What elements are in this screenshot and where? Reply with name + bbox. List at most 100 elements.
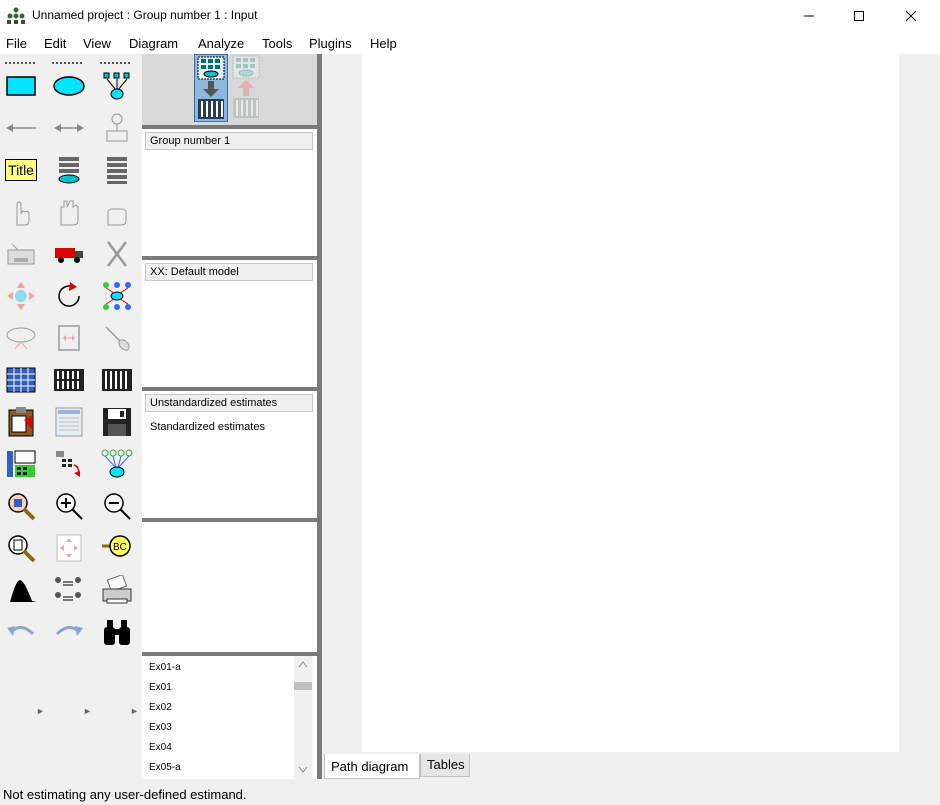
close-button[interactable]	[888, 0, 934, 32]
scroll-icon	[58, 325, 80, 351]
select-one-object-button[interactable]	[3, 194, 39, 230]
scroll-down-icon[interactable]	[298, 766, 308, 774]
distribution-icon	[5, 580, 37, 602]
floppy-disk-icon	[103, 408, 131, 436]
redo-button[interactable]	[51, 614, 87, 650]
loupe-button[interactable]: BC	[99, 530, 135, 566]
computation-summary-panel	[142, 518, 317, 652]
list-item[interactable]: Ex01	[149, 682, 172, 693]
zoom-in-button[interactable]	[51, 488, 87, 524]
scrollbar-thumb[interactable]	[294, 682, 312, 690]
diagram-page[interactable]	[362, 54, 899, 752]
undo-icon	[7, 626, 35, 636]
view-input-path-diagram-button[interactable]	[194, 54, 228, 122]
view-output-path-diagram-button[interactable]	[230, 54, 264, 122]
path-diagram-canvas	[322, 54, 940, 754]
amos-app-icon	[7, 7, 25, 24]
draw-path-button[interactable]	[3, 110, 39, 146]
object-properties-button[interactable]	[3, 446, 39, 482]
menu-edit[interactable]: Edit	[44, 36, 66, 51]
menu-plugins[interactable]: Plugins	[309, 36, 352, 51]
analysis-properties-button[interactable]	[51, 362, 87, 398]
menu-analyze[interactable]: Analyze	[198, 36, 244, 51]
maximize-button[interactable]	[836, 0, 882, 32]
files-list-scrollbar[interactable]	[294, 656, 312, 779]
copy-machine-icon	[7, 243, 35, 265]
data-grid-icon	[6, 367, 36, 393]
multiple-group-analysis-button[interactable]	[51, 572, 87, 608]
select-data-files-button[interactable]	[3, 362, 39, 398]
tab-tables[interactable]: Tables	[420, 754, 470, 777]
title-icon: Title	[5, 159, 37, 181]
view-page-button[interactable]	[3, 530, 39, 566]
menu-diagram[interactable]: Diagram	[129, 36, 178, 51]
bayesian-estimation-button[interactable]	[3, 572, 39, 608]
magnifier-page-icon	[8, 535, 36, 563]
draw-unobserved-variable-button[interactable]	[51, 68, 87, 104]
toolbox-separator	[5, 62, 35, 64]
minimize-button[interactable]	[786, 0, 832, 32]
binoculars-icon	[104, 620, 130, 645]
print-button[interactable]	[99, 572, 135, 608]
select-all-objects-button[interactable]	[51, 194, 87, 230]
view-text-button[interactable]	[51, 404, 87, 440]
copy-to-clipboard-button[interactable]	[3, 404, 39, 440]
symmetry-tree-icon	[101, 449, 133, 478]
move-objects-button[interactable]	[51, 236, 87, 272]
list-item[interactable]: Ex04	[149, 742, 172, 753]
list-item[interactable]: Ex02	[149, 702, 172, 713]
scroll-up-icon[interactable]	[298, 660, 308, 668]
expand-arrow-icon[interactable]: ►	[130, 706, 139, 716]
reposition-diagram-button[interactable]	[51, 320, 87, 356]
deselect-all-objects-button[interactable]	[99, 194, 135, 230]
draw-covariance-button[interactable]	[51, 110, 87, 146]
add-unique-variable-button[interactable]	[99, 110, 135, 146]
list-item[interactable]: Ex01-a	[149, 662, 181, 673]
draw-observed-variable-button[interactable]	[3, 68, 39, 104]
figure-caption-button[interactable]: Title	[3, 152, 39, 188]
toolbox: Title BC ► ► ►	[0, 54, 142, 779]
double-arrow-icon	[54, 124, 84, 132]
menu-tools[interactable]: Tools	[262, 36, 292, 51]
expand-arrow-icon[interactable]: ►	[36, 706, 45, 716]
save-button[interactable]	[99, 404, 135, 440]
menu-view[interactable]: View	[83, 36, 111, 51]
list-variables-in-model-button[interactable]	[51, 152, 87, 188]
group-item-selected[interactable]: Group number 1	[145, 132, 313, 150]
list-item[interactable]: Ex03	[149, 722, 172, 733]
clipboard-icon	[8, 407, 34, 437]
model-item-selected[interactable]: XX: Default model	[145, 263, 313, 281]
zoom-selected-area-button[interactable]	[3, 488, 39, 524]
draw-latent-indicator-button[interactable]	[99, 68, 135, 104]
duplicate-objects-button[interactable]	[3, 236, 39, 272]
tab-path-diagram[interactable]: Path diagram	[324, 754, 420, 779]
undo-button[interactable]	[3, 614, 39, 650]
reflect-indicators-icon	[103, 282, 131, 310]
erase-x-icon	[106, 241, 127, 267]
list-item[interactable]: Ex05-a	[149, 762, 181, 773]
estimate-unstandardized[interactable]: Unstandardized estimates	[145, 394, 313, 412]
menu-file[interactable]: File	[6, 36, 27, 51]
title-bar: Unnamed project : Group number 1 : Input	[0, 0, 940, 32]
window-title: Unnamed project : Group number 1 : Input	[32, 8, 258, 22]
move-parameter-values-button[interactable]	[3, 320, 39, 356]
erase-objects-button[interactable]	[99, 236, 135, 272]
close-icon	[905, 10, 917, 22]
hand-point-icon	[16, 201, 30, 226]
rotate-indicators-button[interactable]	[51, 278, 87, 314]
reflect-indicators-button[interactable]	[99, 278, 135, 314]
change-shape-button[interactable]	[3, 278, 39, 314]
list-variables-in-dataset-button[interactable]	[99, 152, 135, 188]
menu-help[interactable]: Help	[370, 36, 397, 51]
drag-properties-button[interactable]	[51, 446, 87, 482]
expand-arrow-icon[interactable]: ►	[83, 706, 92, 716]
preserve-symmetries-button[interactable]	[99, 446, 135, 482]
touch-up-variable-button[interactable]	[99, 320, 135, 356]
estimate-standardized[interactable]: Standardized estimates	[150, 421, 265, 433]
fit-page-icon	[56, 534, 82, 562]
loupe-abc-icon: BC	[102, 535, 131, 557]
calculate-estimates-button[interactable]	[99, 362, 135, 398]
zoom-out-button[interactable]	[99, 488, 135, 524]
specification-search-button[interactable]	[99, 614, 135, 650]
fit-to-page-button[interactable]	[51, 530, 87, 566]
